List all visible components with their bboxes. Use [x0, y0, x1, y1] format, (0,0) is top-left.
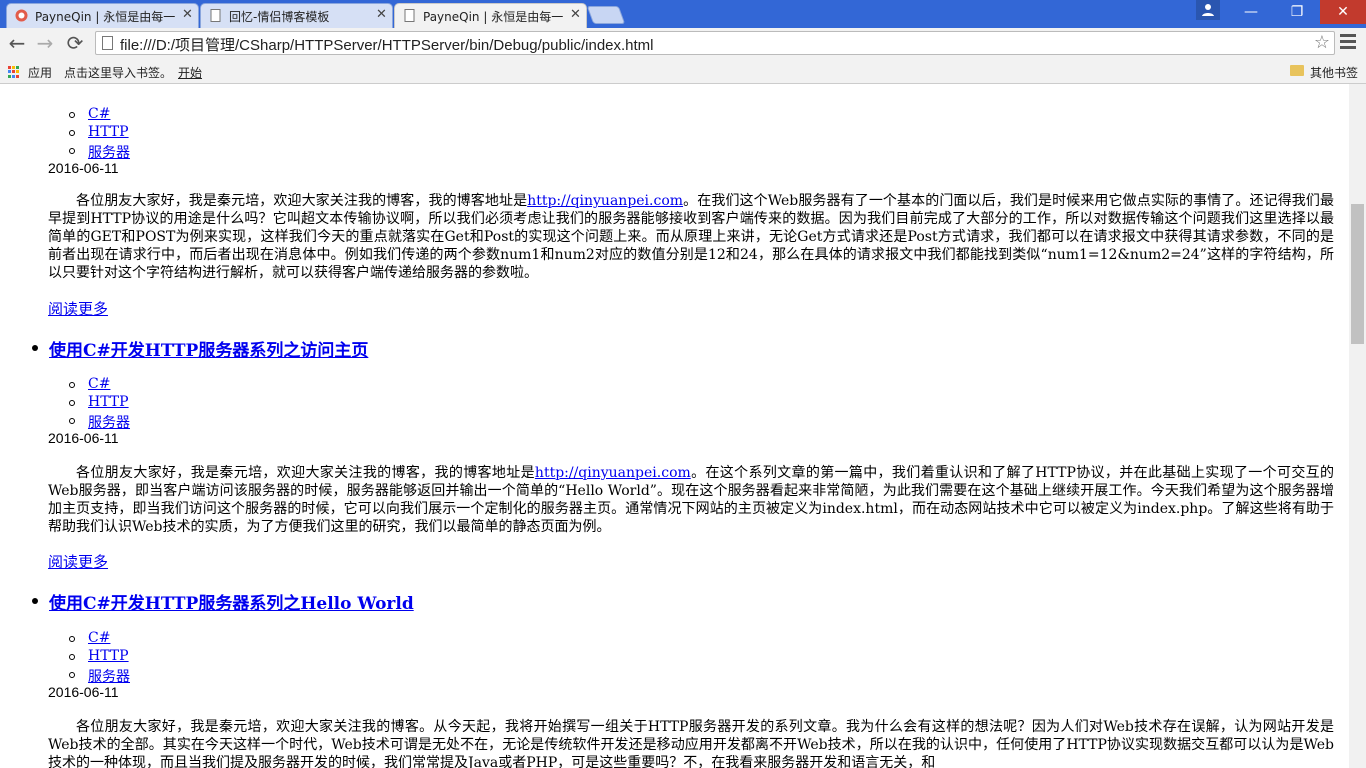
- post-title-link[interactable]: 使用C#开发HTTP服务器系列之Hello World: [49, 589, 414, 614]
- tab-title: 回忆-情侣博客模板: [229, 10, 330, 24]
- forward-button[interactable]: →: [34, 32, 56, 54]
- maximize-button[interactable]: ❐: [1274, 0, 1320, 24]
- tag-link[interactable]: C#: [88, 106, 110, 122]
- reload-button[interactable]: ⟳: [64, 32, 86, 54]
- list-bullet: [69, 672, 75, 678]
- user-profile-icon[interactable]: [1196, 0, 1220, 20]
- close-tab-icon[interactable]: ✕: [570, 7, 581, 22]
- list-bullet: [69, 636, 75, 642]
- list-bullet: [32, 598, 38, 604]
- tab-title: PayneQin | 永恒是由每一: [35, 10, 175, 24]
- list-bullet: [69, 382, 75, 388]
- new-tab-button[interactable]: [586, 6, 626, 24]
- folder-icon: [1290, 65, 1304, 76]
- address-bar[interactable]: file:///D:/项目管理/CSharp/HTTPServer/HTTPSe…: [95, 31, 1335, 55]
- tab-2[interactable]: 回忆-情侣博客模板 ✕: [200, 3, 393, 28]
- browser-titlebar: PayneQin | 永恒是由每一 ✕ 回忆-情侣博客模板 ✕ PayneQin…: [0, 0, 1366, 29]
- page-scrollbar[interactable]: [1349, 84, 1366, 768]
- summary-text: 各位朋友大家好，我是秦元培，欢迎大家关注我的博客。从今天起，我将开始撰写一组关于…: [48, 719, 1334, 768]
- read-more-link[interactable]: 阅读更多: [48, 551, 108, 572]
- page-viewport: C# HTTP 服务器 2016-06-11 各位朋友大家好，我是秦元培，欢迎大…: [0, 84, 1349, 768]
- tag-link[interactable]: 服务器: [88, 666, 130, 686]
- page-icon: [404, 9, 415, 22]
- tag-link[interactable]: 服务器: [88, 142, 130, 162]
- summary-text: 各位朋友大家好，我是秦元培，欢迎大家关注我的博客，我的博客地址是: [76, 193, 528, 209]
- browser-toolbar: ← → ⟳ file:///D:/项目管理/CSharp/HTTPServer/…: [0, 28, 1366, 58]
- tag-link[interactable]: C#: [88, 630, 110, 646]
- back-button[interactable]: ←: [6, 32, 28, 54]
- post-date: 2016-06-11: [48, 430, 119, 446]
- bookmark-start[interactable]: 开始: [178, 64, 202, 81]
- post-date: 2016-06-11: [48, 160, 119, 176]
- minimize-button[interactable]: —: [1228, 0, 1274, 24]
- bookmark-star-icon[interactable]: ☆: [1314, 32, 1330, 53]
- tag-link[interactable]: HTTP: [88, 648, 129, 664]
- post-summary: 各位朋友大家好，我是秦元培，欢迎大家关注我的博客。从今天起，我将开始撰写一组关于…: [48, 718, 1334, 768]
- tab-title: PayneQin | 永恒是由每一: [423, 10, 563, 24]
- tag-link[interactable]: HTTP: [88, 124, 129, 140]
- blog-url-link[interactable]: http://qinyuanpei.com: [527, 193, 683, 209]
- bookmark-other[interactable]: 其他书签: [1310, 64, 1358, 81]
- page-icon: [102, 36, 113, 50]
- tab-1[interactable]: PayneQin | 永恒是由每一 ✕: [6, 3, 199, 28]
- address-url[interactable]: file:///D:/项目管理/CSharp/HTTPServer/HTTPSe…: [120, 34, 654, 55]
- list-bullet: [69, 148, 75, 154]
- close-window-button[interactable]: ✕: [1320, 0, 1366, 24]
- post-summary: 各位朋友大家好，我是秦元培，欢迎大家关注我的博客，我的博客地址是http://q…: [48, 464, 1334, 536]
- favicon-icon: [15, 9, 28, 22]
- scrollbar-thumb[interactable]: [1351, 204, 1364, 344]
- list-bullet: [69, 654, 75, 660]
- read-more-link[interactable]: 阅读更多: [48, 298, 108, 319]
- apps-grid-icon[interactable]: [8, 66, 20, 78]
- bookmark-import[interactable]: 点击这里导入书签。: [64, 64, 172, 81]
- post-summary: 各位朋友大家好，我是秦元培，欢迎大家关注我的博客，我的博客地址是http://q…: [48, 192, 1334, 282]
- chrome-menu-icon[interactable]: [1340, 34, 1356, 52]
- summary-text: 各位朋友大家好，我是秦元培，欢迎大家关注我的博客，我的博客地址是: [76, 465, 535, 481]
- bookmarks-bar: 应用 点击这里导入书签。 开始 其他书签: [0, 58, 1366, 84]
- list-bullet: [69, 400, 75, 406]
- list-bullet: [69, 130, 75, 136]
- page-icon: [210, 9, 221, 22]
- list-bullet: [69, 418, 75, 424]
- close-tab-icon[interactable]: ✕: [182, 7, 193, 22]
- tag-link[interactable]: 服务器: [88, 412, 130, 432]
- post-date: 2016-06-11: [48, 684, 119, 700]
- tab-3-active[interactable]: PayneQin | 永恒是由每一 ✕: [394, 3, 587, 29]
- tag-link[interactable]: HTTP: [88, 394, 129, 410]
- list-bullet: [32, 345, 38, 351]
- close-tab-icon[interactable]: ✕: [376, 7, 387, 22]
- bookmark-apps[interactable]: 应用: [28, 64, 52, 81]
- blog-url-link[interactable]: http://qinyuanpei.com: [535, 465, 691, 481]
- list-bullet: [69, 112, 75, 118]
- post-title-link[interactable]: 使用C#开发HTTP服务器系列之访问主页: [49, 336, 368, 361]
- tag-link[interactable]: C#: [88, 376, 110, 392]
